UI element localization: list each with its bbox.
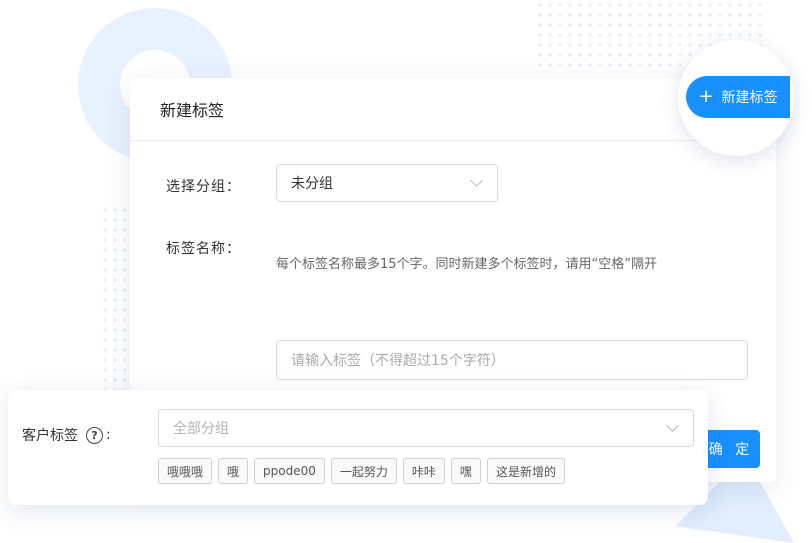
tag-chip[interactable]: 一起努力 <box>330 458 397 484</box>
tag-name-input[interactable]: 请输入标签（不得超过15个字符） <box>276 340 748 380</box>
confirm-button[interactable]: 确 定 <box>702 430 760 468</box>
chevron-down-icon <box>470 174 483 187</box>
plus-icon: + <box>698 86 714 107</box>
help-icon[interactable]: ? <box>86 426 103 444</box>
dialog-title: 新建标签 <box>160 101 225 120</box>
decor-dots <box>100 205 130 395</box>
chevron-down-icon <box>666 419 679 432</box>
group-label: 选择分组： <box>166 179 241 195</box>
tag-group-select[interactable]: 全部分组 <box>158 409 694 447</box>
tag-chip[interactable]: 哦 <box>218 458 249 484</box>
tag-chip[interactable]: 咔咔 <box>402 458 445 484</box>
customer-tag-text: 客户标签 <box>22 428 78 444</box>
new-tag-label: 新建标签 <box>721 90 778 106</box>
name-hint: 每个标签名称最多15个字。同时新建多个标签时，请用“空格”隔开 <box>276 257 658 272</box>
label-colon: : <box>106 427 111 443</box>
tag-chip[interactable]: 哦哦哦 <box>158 458 213 484</box>
customer-tag-label: 客户标签 ? : <box>22 425 111 445</box>
tag-chip[interactable]: 嘿 <box>450 458 481 484</box>
tag-chip[interactable]: 这是新增的 <box>486 458 565 484</box>
new-tag-button[interactable]: + 新建标签 <box>686 76 790 118</box>
group-select[interactable]: 未分组 <box>276 164 498 202</box>
tag-chip[interactable]: ppode00 <box>254 458 325 484</box>
name-label: 标签名称： <box>166 241 241 257</box>
tag-name-placeholder: 请输入标签（不得超过15个字符） <box>291 353 505 369</box>
group-select-value: 未分组 <box>291 176 333 192</box>
tag-list: 哦哦哦 哦 ppode00 一起努力 咔咔 嘿 这是新增的 <box>158 458 565 484</box>
customer-tag-card: 客户标签 ? : 全部分组 哦哦哦 哦 ppode00 一起努力 咔咔 嘿 这是… <box>8 390 708 505</box>
tag-group-placeholder: 全部分组 <box>173 421 229 437</box>
